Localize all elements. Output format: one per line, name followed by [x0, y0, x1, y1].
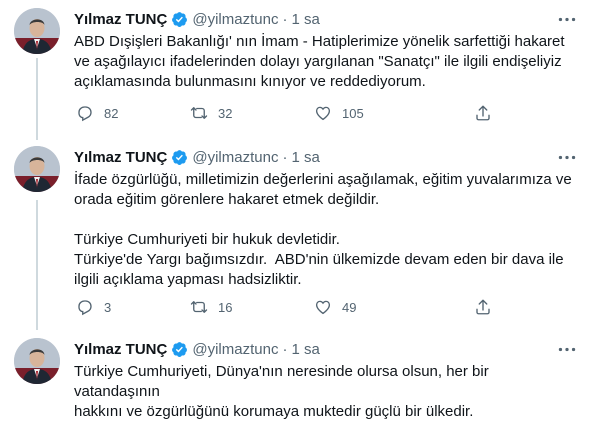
- avatar[interactable]: [14, 146, 60, 192]
- heart-icon: [315, 300, 331, 315]
- reply-count: 82: [104, 105, 119, 121]
- tweet[interactable]: Yılmaz TUNÇ @yilmaztunc · 1 sa Türkiye C…: [0, 338, 596, 420]
- author-name[interactable]: Yılmaz TUNÇ: [74, 149, 167, 166]
- verified-badge-icon: [172, 11, 188, 27]
- author-handle[interactable]: @yilmaztunc: [192, 341, 278, 358]
- tweet-thread: Yılmaz TUNÇ @yilmaztunc · 1 sa ABD Dışiş…: [0, 0, 596, 420]
- share-icon: [476, 105, 490, 121]
- author-name[interactable]: Yılmaz TUNÇ: [74, 341, 167, 358]
- tweet-text-line: hakkını ve özgürlüğünü korumaya muktedir…: [74, 403, 474, 420]
- retweet-icon: [190, 107, 208, 119]
- avatar[interactable]: [14, 338, 60, 384]
- verified-badge-icon: [172, 341, 188, 357]
- heart-icon: [315, 106, 331, 121]
- timestamp[interactable]: 1 sa: [291, 149, 319, 166]
- author-handle[interactable]: @yilmaztunc: [192, 11, 278, 28]
- more-options-icon[interactable]: [556, 10, 578, 28]
- tweet-text-line: Türkiye Cumhuriyeti, Dünya'nın neresinde…: [74, 363, 489, 400]
- tweet-text-line: İfade özgürlüğü, milletimizin değerlerin…: [74, 171, 572, 188]
- separator-dot: ·: [282, 10, 288, 28]
- tweet[interactable]: Yılmaz TUNÇ @yilmaztunc · 1 sa İfade özg…: [0, 146, 596, 326]
- tweet-text: İfade özgürlüğü, milletimizin değerlerin…: [74, 170, 574, 290]
- reply-button[interactable]: 82: [76, 103, 118, 123]
- retweet-count: 32: [218, 105, 233, 121]
- like-count: 49: [342, 299, 357, 315]
- avatar[interactable]: [14, 8, 60, 54]
- retweet-button[interactable]: 32: [190, 103, 232, 123]
- reply-icon: [78, 106, 92, 122]
- tweet[interactable]: Yılmaz TUNÇ @yilmaztunc · 1 sa ABD Dışiş…: [0, 8, 596, 136]
- author-handle[interactable]: @yilmaztunc: [192, 149, 278, 166]
- retweet-count: 16: [218, 299, 233, 315]
- timestamp[interactable]: 1 sa: [291, 11, 319, 28]
- like-button[interactable]: 49: [314, 297, 356, 317]
- timestamp[interactable]: 1 sa: [291, 341, 319, 358]
- author-name[interactable]: Yılmaz TUNÇ: [74, 11, 167, 28]
- tweet-text: Türkiye Cumhuriyeti, Dünya'nın neresinde…: [74, 362, 574, 422]
- tweet-actions: 82 32 105: [76, 103, 516, 123]
- tweet-text-line: Türkiye Cumhuriyeti bir hukuk devletidir…: [74, 231, 340, 248]
- tweet-text-line: [74, 210, 574, 230]
- tweet-text-line: açıklamasında bulunmasını kınıyor ve red…: [74, 73, 426, 90]
- share-button[interactable]: [474, 297, 492, 317]
- separator-dot: ·: [282, 148, 288, 166]
- separator-dot: ·: [282, 340, 288, 358]
- tweet-text-line: orada eğitim görenlere hakaret etmek değ…: [74, 191, 380, 208]
- tweet-header: Yılmaz TUNÇ @yilmaztunc · 1 sa: [74, 338, 320, 360]
- like-count: 105: [342, 105, 364, 121]
- tweet-header: Yılmaz TUNÇ @yilmaztunc · 1 sa: [74, 8, 320, 30]
- verified-badge-icon: [172, 149, 188, 165]
- reply-button[interactable]: 3: [76, 297, 111, 317]
- tweet-text-line: Türkiye'de Yargı bağımsızdır. ABD'nin ül…: [74, 251, 564, 268]
- avatar-portrait-icon: [14, 338, 60, 384]
- tweet-text-line: ilgili açıklama yapması hadsizliktir.: [74, 271, 302, 288]
- reply-icon: [78, 300, 92, 316]
- retweet-icon: [190, 301, 208, 313]
- tweet-text: ABD Dışişleri Bakanlığı' nın İmam - Hati…: [74, 32, 574, 92]
- tweet-text-line: ve aşağılayıcı ifadelerinden dolayı yarg…: [74, 53, 562, 70]
- avatar-portrait-icon: [14, 8, 60, 54]
- tweet-text-line: ABD Dışişleri Bakanlığı' nın İmam - Hati…: [74, 33, 565, 50]
- tweet-actions: 3 16 49: [76, 297, 516, 317]
- reply-count: 3: [104, 299, 112, 315]
- retweet-button[interactable]: 16: [190, 297, 232, 317]
- avatar-portrait-icon: [14, 146, 60, 192]
- tweet-header: Yılmaz TUNÇ @yilmaztunc · 1 sa: [74, 146, 320, 168]
- share-icon: [476, 299, 490, 315]
- share-button[interactable]: [474, 103, 492, 123]
- like-button[interactable]: 105: [314, 103, 364, 123]
- more-options-icon[interactable]: [556, 148, 578, 166]
- more-options-icon[interactable]: [556, 340, 578, 358]
